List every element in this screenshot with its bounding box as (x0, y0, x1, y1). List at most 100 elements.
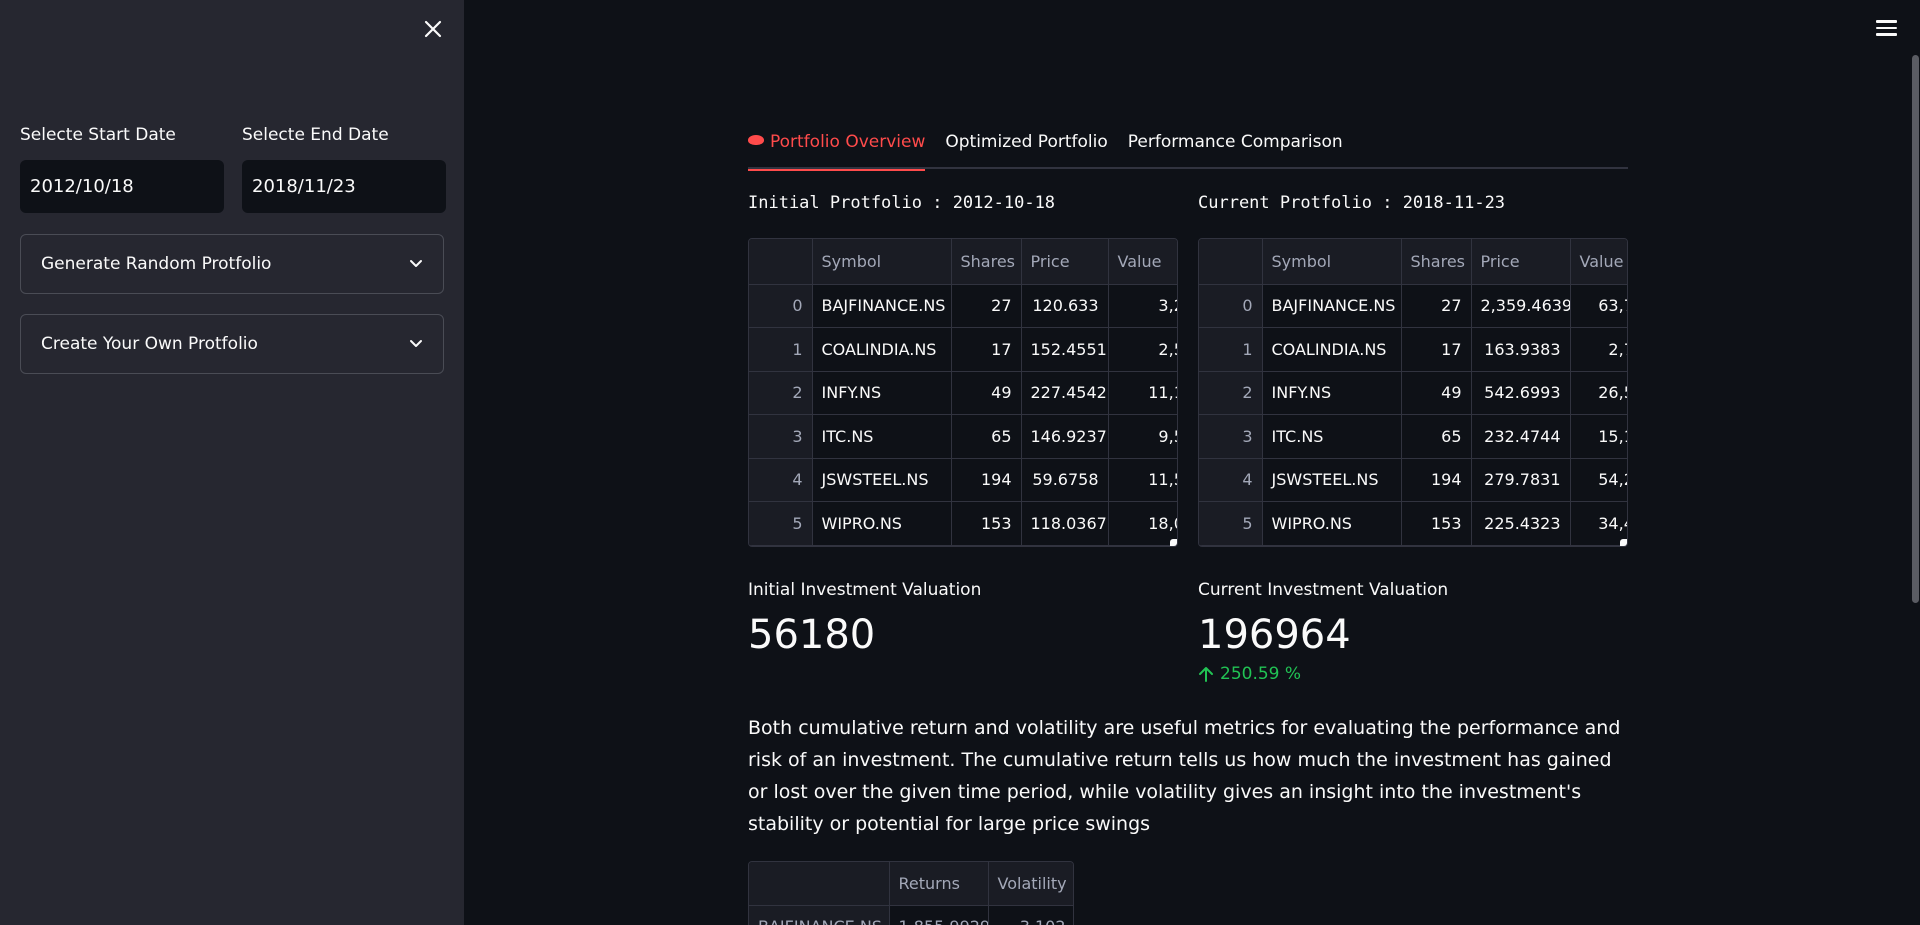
cell-value[interactable]: 2,591.7 (1108, 327, 1177, 372)
cell-shares[interactable]: 49 (1401, 371, 1472, 415)
column-header[interactable]: Shares (951, 239, 1022, 285)
cell-value[interactable]: 34,491.1 (1570, 501, 1627, 546)
table-row: 2 INFY.NS 49 542.6993 26,592.3 (1199, 371, 1627, 415)
column-header[interactable]: Returns (889, 862, 989, 906)
cell-price[interactable]: 227.4542 (1021, 371, 1109, 415)
cell-value[interactable]: 63,705.5 (1570, 284, 1627, 328)
cell-price[interactable]: 225.4323 (1471, 501, 1571, 546)
start-date-input[interactable]: 2012/10/18 (20, 160, 224, 213)
metric-label: Current Investment Valuation (1198, 580, 1449, 600)
tab-optimized-portfolio[interactable]: Optimized Portfolio (945, 128, 1107, 169)
close-icon (424, 20, 442, 38)
cell-symbol[interactable]: ITC.NS (812, 414, 952, 459)
column-header[interactable]: Value (1108, 239, 1177, 285)
cell-price[interactable]: 118.0367 (1021, 501, 1109, 546)
expander-label: Create Your Own Protfolio (41, 334, 258, 354)
initial-portfolio-table[interactable]: Symbol Shares Price Value 0 BAJFINANCE.N… (748, 238, 1178, 547)
column-header[interactable] (749, 862, 890, 906)
scrollbar[interactable] (1912, 55, 1919, 603)
cell-value[interactable]: 11,577.1 (1108, 458, 1177, 502)
cell-symbol[interactable]: ITC.NS (1262, 414, 1402, 459)
cell-price[interactable]: 2,359.4639 (1471, 284, 1571, 328)
cell-price[interactable]: 542.6993 (1471, 371, 1571, 415)
cell-value[interactable]: 3,257.0 (1108, 284, 1177, 328)
row-index: 1 (1199, 327, 1263, 372)
column-header[interactable]: Shares (1401, 239, 1472, 285)
cell-value[interactable]: 15,110.8 (1570, 414, 1627, 459)
cell-shares[interactable]: 153 (951, 501, 1022, 546)
cell-price[interactable]: 152.4551 (1021, 327, 1109, 372)
cell-shares[interactable]: 65 (951, 414, 1022, 459)
cell-symbol[interactable]: WIPRO.NS (812, 501, 952, 546)
cell-symbol[interactable]: INFY.NS (812, 371, 952, 415)
cell-returns[interactable]: 1,855.9929 (889, 905, 989, 925)
chevron-down-icon (410, 260, 422, 267)
cell-value[interactable]: 2,786.9 (1570, 327, 1627, 372)
column-header[interactable]: Symbol (812, 239, 952, 285)
end-date-input[interactable]: 2018/11/23 (242, 160, 446, 213)
cell-symbol[interactable]: BAJFINANCE.NS (1262, 284, 1402, 328)
cell-shares[interactable]: 27 (1401, 284, 1472, 328)
cell-symbol[interactable]: JSWSTEEL.NS (812, 458, 952, 502)
resize-handle[interactable] (1620, 539, 1627, 546)
resize-handle[interactable] (1170, 539, 1177, 546)
tab-performance-comparison[interactable]: Performance Comparison (1128, 128, 1343, 169)
cell-shares[interactable]: 65 (1401, 414, 1472, 459)
table-row: 5 WIPRO.NS 153 118.0367 18,059.6 (749, 501, 1177, 546)
column-header[interactable]: Value (1570, 239, 1627, 285)
row-index: BAJFINANCE.NS (749, 905, 890, 925)
cell-symbol[interactable]: COALINDIA.NS (1262, 327, 1402, 372)
row-index: 5 (1199, 501, 1263, 546)
column-header[interactable]: Symbol (1262, 239, 1402, 285)
hamburger-icon (1876, 20, 1897, 23)
cell-shares[interactable]: 49 (951, 371, 1022, 415)
returns-volatility-table[interactable]: Returns Volatility BAJFINANCE.NS 1,855.9… (748, 861, 1074, 925)
row-index: 3 (749, 414, 813, 459)
current-portfolio-table[interactable]: Symbol Shares Price Value 0 BAJFINANCE.N… (1198, 238, 1628, 547)
row-index: 5 (749, 501, 813, 546)
cell-symbol[interactable]: INFY.NS (1262, 371, 1402, 415)
tab-label: Optimized Portfolio (945, 132, 1108, 152)
start-date-group: Selecte Start Date 2012/10/18 (20, 124, 224, 213)
cell-price[interactable]: 120.633 (1021, 284, 1109, 328)
close-sidebar-button[interactable] (418, 14, 448, 44)
cell-value[interactable]: 54,277.9 (1570, 458, 1627, 502)
tab-label: Performance Comparison (1127, 132, 1343, 152)
column-header[interactable] (1199, 239, 1263, 285)
create-own-portfolio-expander[interactable]: Create Your Own Protfolio (20, 314, 444, 374)
cell-price[interactable]: 163.9383 (1471, 327, 1571, 372)
generate-random-portfolio-expander[interactable]: Generate Random Protfolio (20, 234, 444, 294)
cell-price[interactable]: 279.7831 (1471, 458, 1571, 502)
cell-symbol[interactable]: COALINDIA.NS (812, 327, 952, 372)
cell-value[interactable]: 9,550.0 (1108, 414, 1177, 459)
cell-symbol[interactable]: BAJFINANCE.NS (812, 284, 952, 328)
column-header[interactable]: Price (1471, 239, 1571, 285)
metric-value: 56180 (748, 612, 876, 658)
table-row: 1 COALINDIA.NS 17 152.4551 2,591.7 (749, 327, 1177, 372)
row-index: 2 (1199, 371, 1263, 415)
cell-price[interactable]: 146.9237 (1021, 414, 1109, 459)
main-menu-button[interactable] (1876, 16, 1904, 40)
cell-symbol[interactable]: JSWSTEEL.NS (1262, 458, 1402, 502)
tab-portfolio-overview[interactable]: Portfolio Overview (748, 128, 926, 171)
column-header[interactable]: Volatility (988, 862, 1073, 906)
current-valuation-metric: Current Investment Valuation 196964 250.… (1198, 580, 1448, 684)
cell-shares[interactable]: 27 (951, 284, 1022, 328)
cell-value[interactable]: 26,592.3 (1570, 371, 1627, 415)
cell-value[interactable]: 18,059.6 (1108, 501, 1177, 546)
cell-shares[interactable]: 17 (951, 327, 1022, 372)
cell-volatility[interactable]: 3.102 (988, 905, 1073, 925)
cell-shares[interactable]: 194 (1401, 458, 1472, 502)
cell-value[interactable]: 11,145.2 (1108, 371, 1177, 415)
cell-shares[interactable]: 17 (1401, 327, 1472, 372)
chevron-down-icon (410, 340, 422, 347)
cell-price[interactable]: 59.6758 (1021, 458, 1109, 502)
cell-shares[interactable]: 194 (951, 458, 1022, 502)
column-header[interactable]: Price (1021, 239, 1109, 285)
column-header[interactable] (749, 239, 813, 285)
end-date-label: Selecte End Date (242, 125, 389, 145)
cell-symbol[interactable]: WIPRO.NS (1262, 501, 1402, 546)
metric-label: Initial Investment Valuation (748, 580, 982, 600)
cell-price[interactable]: 232.4744 (1471, 414, 1571, 459)
cell-shares[interactable]: 153 (1401, 501, 1472, 546)
